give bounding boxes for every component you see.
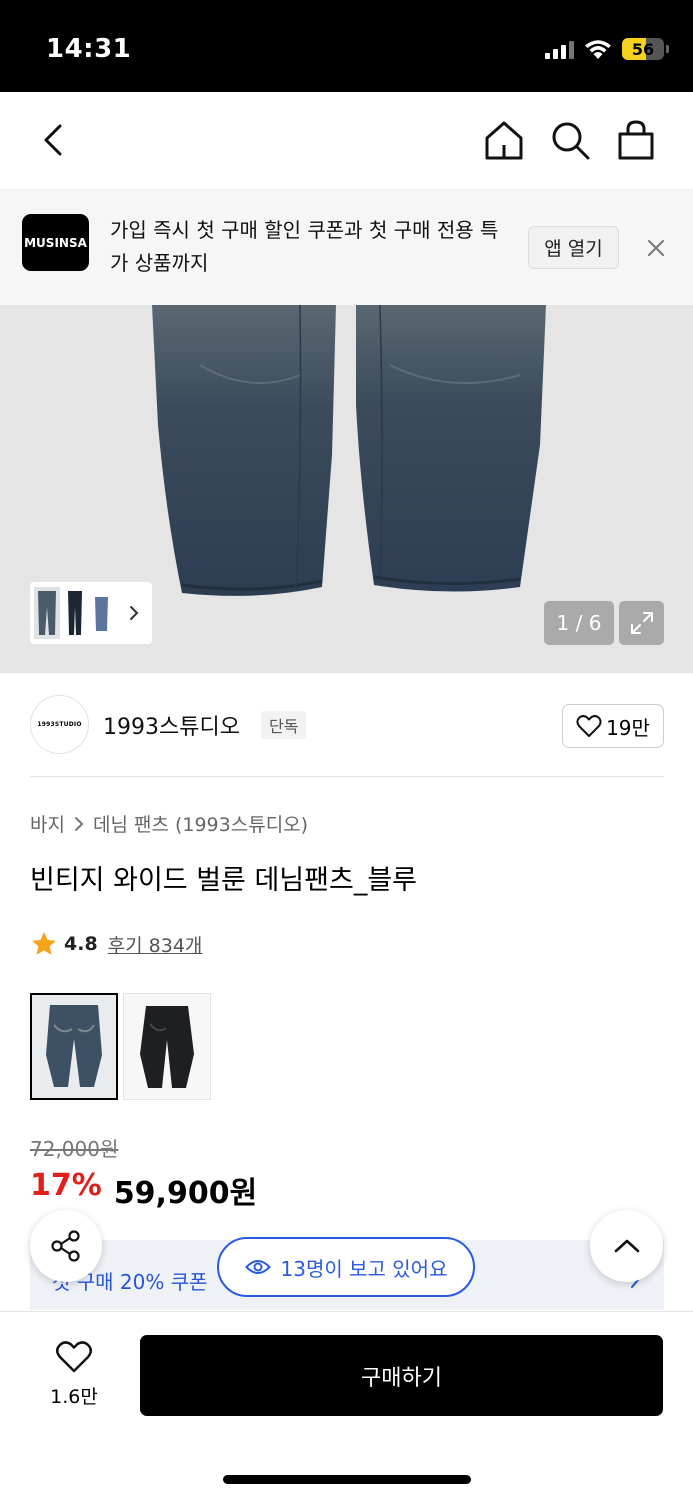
star-icon — [32, 932, 56, 955]
app-install-banner: MUSINSA 가입 즉시 첫 구매 할인 쿠폰과 첫 구매 전용 특가 상품까… — [0, 190, 693, 305]
breadcrumb-subcategory[interactable]: 데님 팬츠 (1993스튜디오) — [93, 810, 308, 837]
thumbnail-detail — [90, 587, 116, 639]
color-option-blue-image — [32, 995, 116, 1098]
status-bar: 14:31 56 — [0, 0, 693, 92]
product-title: 빈티지 와이드 벌룬 데님팬츠_블루 — [30, 865, 418, 896]
thumbnail-front — [34, 587, 60, 639]
brand-like-button[interactable]: 19만 — [562, 704, 664, 748]
breadcrumb-category[interactable]: 바지 — [30, 810, 65, 837]
brand-row: 1993STUDIO 1993스튜디오 단독 19만 — [30, 695, 664, 755]
chevron-right-icon — [75, 816, 84, 831]
status-time: 14:31 — [46, 34, 132, 64]
brand-logo[interactable]: 1993STUDIO — [30, 695, 89, 754]
heart-icon — [56, 1341, 92, 1373]
viewers-indicator: 13명이 보고 있어요 — [217, 1237, 475, 1297]
top-nav-bar — [0, 92, 693, 190]
share-icon — [51, 1230, 80, 1262]
scroll-to-top-button[interactable] — [590, 1210, 663, 1282]
musinsa-logo: MUSINSA — [22, 214, 89, 271]
product-like-count: 1.6만 — [50, 1386, 98, 1408]
eye-icon — [244, 1260, 271, 1274]
battery-icon: 56 — [622, 38, 664, 60]
heart-icon — [576, 715, 602, 737]
back-arrow-icon[interactable] — [30, 116, 78, 164]
search-icon[interactable] — [548, 118, 592, 162]
viewers-text: 13명이 보고 있어요 — [280, 1256, 448, 1281]
close-icon[interactable] — [640, 232, 672, 264]
product-like-button[interactable]: 1.6만 — [40, 1340, 108, 1409]
brand-like-count: 19만 — [606, 715, 650, 740]
cellular-signal-icon — [545, 39, 574, 59]
discount-rate: 17% — [30, 1168, 102, 1203]
home-icon[interactable] — [482, 118, 526, 162]
rating-score: 4.8 — [64, 933, 98, 955]
divider — [30, 776, 664, 777]
exclusive-badge: 단독 — [261, 711, 307, 739]
rating-row: 4.8 후기 834개 — [30, 930, 202, 958]
wifi-icon — [585, 40, 611, 59]
sale-price-row: 17% 59,900원 — [30, 1168, 257, 1212]
gallery-page-indicator: 1 / 6 — [544, 601, 614, 645]
original-price: 72,000원 — [30, 1137, 119, 1161]
brand-name[interactable]: 1993스튜디오 — [103, 709, 240, 741]
share-button[interactable] — [30, 1210, 102, 1282]
color-option-black[interactable] — [123, 993, 211, 1100]
banner-message: 가입 즉시 첫 구매 할인 쿠폰과 첫 구매 전용 특가 상품까지 — [110, 218, 499, 275]
color-option-blue[interactable] — [30, 993, 118, 1100]
buy-button[interactable]: 구매하기 — [140, 1335, 663, 1416]
chevron-right-icon — [130, 606, 139, 620]
open-app-button[interactable]: 앱 열기 — [528, 226, 619, 269]
shopping-bag-icon[interactable] — [614, 118, 658, 162]
sale-price: 59,900원 — [113, 1176, 258, 1211]
expand-button[interactable] — [619, 601, 664, 645]
thumbnail-black — [62, 587, 88, 639]
thumbnail-strip[interactable] — [30, 582, 152, 644]
battery-level: 56 — [631, 39, 655, 59]
color-option-black-image — [124, 994, 210, 1099]
bottom-purchase-bar: 1.6만 구매하기 — [0, 1311, 693, 1500]
reviews-link[interactable]: 후기 834개 — [108, 931, 203, 958]
product-image-gallery[interactable]: 1 / 6 — [0, 305, 693, 673]
status-icons: 56 — [545, 38, 669, 60]
breadcrumb: 바지 데님 팬츠 (1993스튜디오) — [30, 810, 308, 837]
expand-icon — [630, 612, 653, 634]
chevron-up-icon — [614, 1239, 639, 1253]
color-options — [30, 993, 211, 1100]
battery-nub — [666, 45, 669, 53]
home-indicator — [223, 1475, 471, 1484]
